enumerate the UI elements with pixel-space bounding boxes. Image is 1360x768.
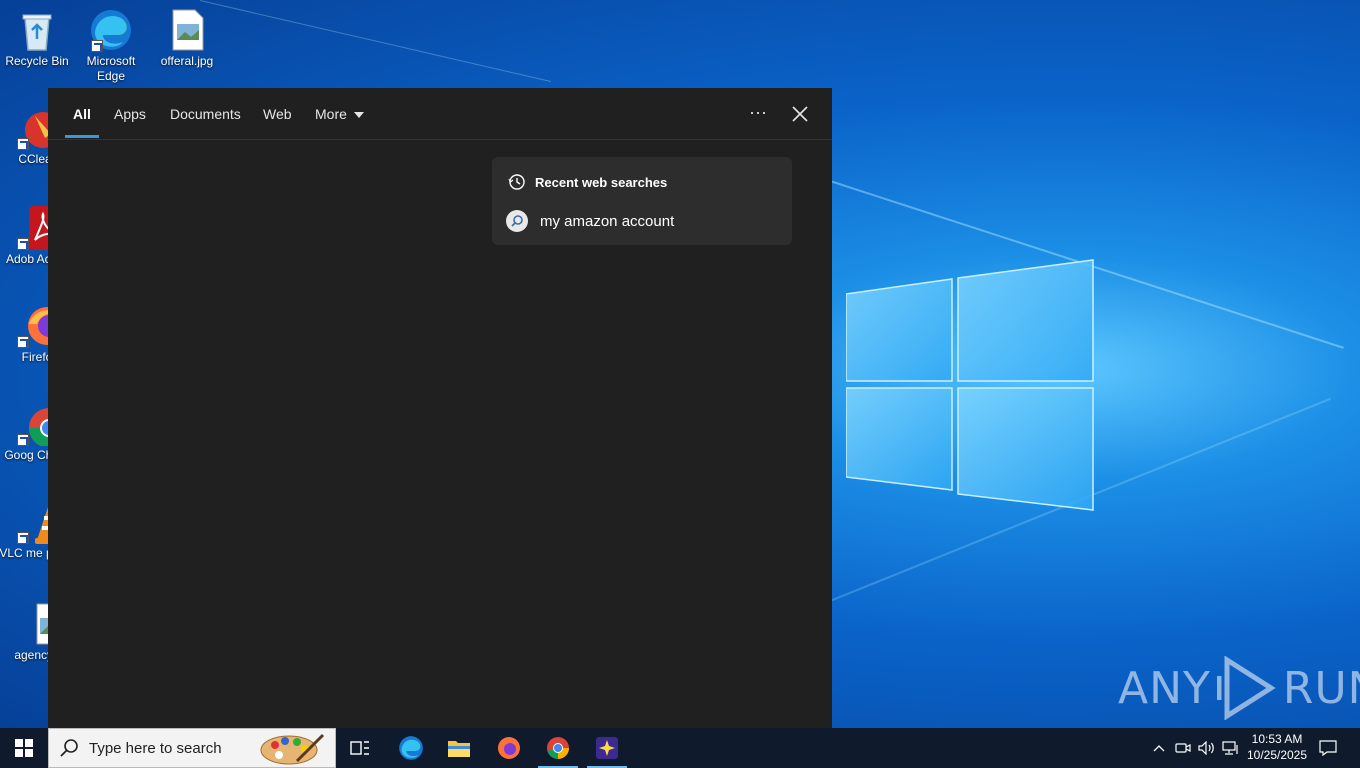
chevron-down-icon: [353, 112, 364, 119]
shortcut-arrow-icon: [17, 336, 29, 348]
search-icon: [506, 210, 528, 232]
taskbar-file-explorer-button[interactable]: [435, 728, 483, 768]
notification-icon: [1319, 740, 1337, 756]
watermark-right-text: RUN: [1282, 662, 1360, 714]
shortcut-arrow-icon: [17, 138, 29, 150]
task-view-button[interactable]: [336, 728, 384, 768]
desktop-icon-offeral-jpg[interactable]: offeral.jpg: [148, 8, 226, 69]
sparkle-app-icon: [596, 737, 618, 759]
taskbar-search-box[interactable]: Type here to search: [48, 728, 336, 768]
taskbar-edge-button[interactable]: [387, 728, 435, 768]
speaker-icon: [1198, 741, 1214, 755]
folder-icon: [448, 741, 470, 757]
shortcut-arrow-icon: [17, 434, 29, 446]
desktop-icon-label: Microsoft Edge: [86, 54, 136, 83]
action-center-button[interactable]: [1316, 728, 1340, 768]
search-icon: [60, 739, 78, 757]
clock-time: 10:53 AM: [1251, 732, 1303, 746]
desktop-icon-recycle-bin[interactable]: Recycle Bin: [0, 8, 76, 69]
task-view-icon: [350, 741, 369, 755]
close-icon: [792, 106, 808, 122]
close-button[interactable]: [788, 102, 812, 126]
search-tabs: All Apps Documents Web More ···: [48, 88, 832, 140]
recent-searches-title: Recent web searches: [535, 174, 668, 190]
recent-search-text: my amazon account: [540, 212, 675, 230]
desktop-icon-label: offeral.jpg: [160, 54, 214, 68]
tab-more[interactable]: More: [315, 88, 364, 140]
meet-now-button[interactable]: [1172, 728, 1194, 768]
volume-button[interactable]: [1196, 728, 1218, 768]
desktop-light-beam: [199, 0, 551, 82]
chevron-up-icon: [1153, 745, 1165, 752]
tab-more-label: More: [315, 106, 347, 122]
tab-web[interactable]: Web: [263, 88, 292, 140]
windows-wallpaper-logo: [846, 259, 1094, 511]
taskbar-app-button[interactable]: [583, 728, 631, 768]
shortcut-arrow-icon: [17, 238, 29, 250]
edge-icon: [89, 8, 133, 52]
clock-date: 10/25/2025: [1246, 748, 1308, 762]
show-hidden-icons-button[interactable]: [1148, 728, 1170, 768]
recent-search-item[interactable]: my amazon account: [506, 209, 778, 233]
network-icon: [1222, 741, 1238, 755]
play-logo-icon: [1216, 656, 1276, 720]
search-placeholder: Type here to search: [89, 739, 222, 757]
windows-start-icon: [15, 739, 33, 757]
tab-documents[interactable]: Documents: [170, 88, 241, 140]
taskbar-firefox-button[interactable]: [485, 728, 533, 768]
chrome-icon: [547, 737, 569, 759]
watermark-left-text: ANY: [1118, 662, 1211, 714]
taskbar-clock[interactable]: 10:53 AM 10/25/2025: [1242, 731, 1312, 763]
tab-all[interactable]: All: [65, 88, 99, 140]
shortcut-arrow-icon: [91, 40, 103, 52]
taskbar: Type here to search 10:53 AM 10/25/2025: [0, 728, 1360, 768]
shortcut-arrow-icon: [17, 532, 29, 544]
anyrun-watermark: ANY RUN: [1118, 656, 1360, 720]
paint-palette-icon: [260, 733, 325, 765]
start-button[interactable]: [0, 728, 48, 768]
more-options-button[interactable]: ···: [746, 102, 770, 126]
network-button[interactable]: [1220, 728, 1242, 768]
taskbar-chrome-button[interactable]: [534, 728, 582, 768]
recent-web-searches-card: Recent web searches my amazon account: [492, 157, 792, 245]
image-file-icon: [165, 8, 209, 52]
desktop-icon-microsoft-edge[interactable]: Microsoft Edge: [72, 8, 150, 84]
camera-icon: [1175, 743, 1191, 753]
history-icon: [508, 174, 525, 190]
recycle-bin-icon: [15, 8, 59, 52]
edge-icon: [399, 736, 423, 760]
desktop-icon-label: Recycle Bin: [5, 54, 69, 68]
tab-apps[interactable]: Apps: [114, 88, 146, 140]
search-panel: All Apps Documents Web More ··· Recent w…: [48, 88, 832, 728]
firefox-icon: [498, 737, 520, 759]
